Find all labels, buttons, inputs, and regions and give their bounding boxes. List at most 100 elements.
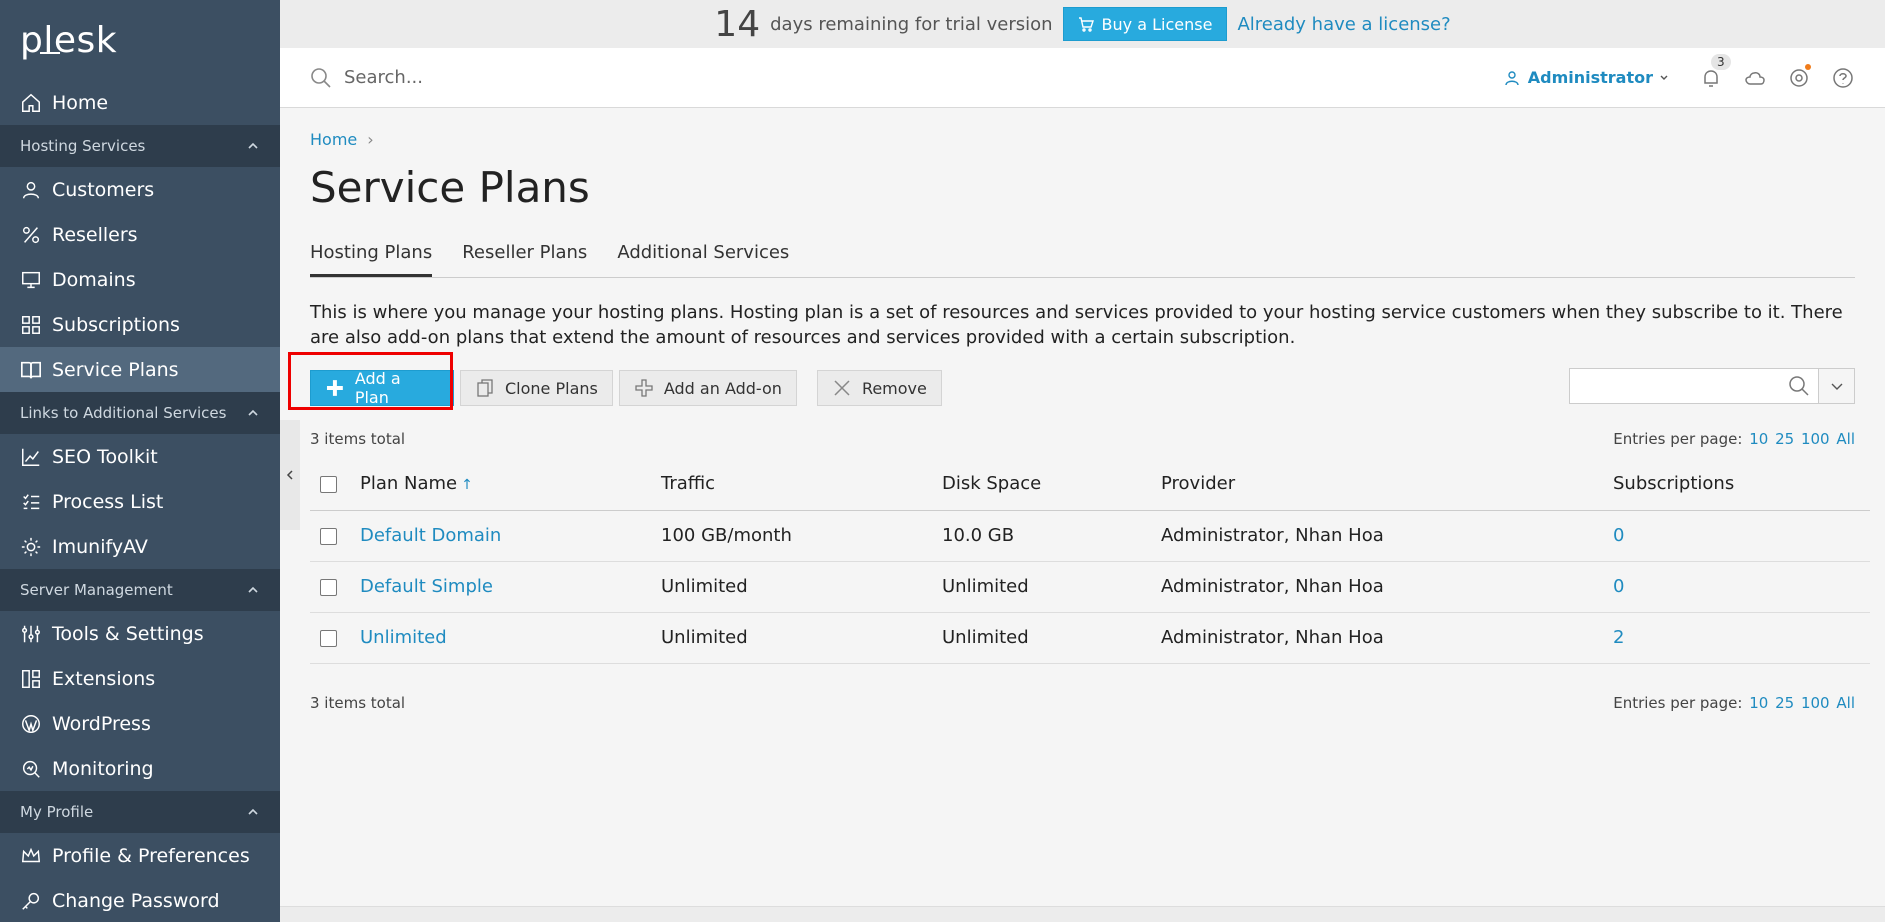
plan-name-link[interactable]: Unlimited (360, 627, 447, 648)
tab-additional-services[interactable]: Additional Services (617, 242, 789, 277)
sidebar-item-imunifyav[interactable]: ImunifyAV (0, 524, 280, 569)
subscriptions-cell: 0 (1613, 561, 1870, 613)
search-options-toggle[interactable] (1819, 368, 1855, 404)
notifications-button[interactable]: 3 (1699, 53, 1731, 90)
items-total: 3 items total (310, 430, 406, 448)
page-title: Service Plans (310, 163, 590, 212)
search-input[interactable]: Search... (344, 67, 423, 88)
chevron-up-icon (248, 409, 258, 416)
sidebar-item-label: Subscriptions (52, 313, 180, 336)
breadcrumb: Home › (310, 130, 1855, 149)
sidebar-item-label: Extensions (52, 667, 156, 690)
user-menu[interactable]: Administrator (1504, 68, 1669, 87)
tab-hosting-plans[interactable]: Hosting Plans (310, 242, 433, 277)
user-icon (1505, 70, 1519, 85)
select-all-cell (310, 458, 360, 511)
subscriptions-cell: 2 (1613, 612, 1870, 664)
traffic-cell: Unlimited (661, 612, 942, 664)
entries-option-100[interactable]: 100 (1801, 694, 1830, 712)
breadcrumb-home[interactable]: Home (310, 130, 357, 149)
sidebar-item-subscriptions[interactable]: Subscriptions (0, 302, 280, 347)
add-addon-button[interactable]: Add an Add-on (618, 370, 797, 406)
cloud-button[interactable] (1743, 66, 1767, 90)
select-all-checkbox[interactable] (320, 475, 337, 493)
sliders-icon (20, 623, 42, 645)
sidebar-item-home[interactable]: Home (0, 80, 280, 125)
column-traffic[interactable]: Traffic (661, 458, 942, 511)
clone-plans-button[interactable]: Clone Plans (460, 370, 613, 406)
sidebar-item-wordpress[interactable]: WordPress (0, 701, 280, 746)
crown-icon (20, 845, 42, 867)
traffic-cell: Unlimited (661, 561, 942, 613)
help-button[interactable] (1831, 66, 1855, 90)
remove-button[interactable]: Remove (816, 370, 942, 406)
list-search (1569, 368, 1855, 404)
cart-icon (1078, 17, 1094, 32)
sidebar-item-seo-toolkit[interactable]: SEO Toolkit (0, 434, 280, 479)
logo-text: plesk (20, 20, 118, 61)
sidebar-item-domains[interactable]: Domains (0, 257, 280, 302)
close-icon (834, 380, 850, 396)
entries-option-all[interactable]: All (1836, 430, 1855, 448)
sidebar-item-monitoring[interactable]: Monitoring (0, 746, 280, 791)
subscriptions-cell: 0 (1613, 510, 1870, 562)
subscriptions-link[interactable]: 2 (1613, 627, 1624, 648)
sidebar-item-service-plans[interactable]: Service Plans (0, 347, 280, 392)
sidebar-item-label: Tools & Settings (52, 622, 204, 645)
sidebar-item-resellers[interactable]: Resellers (0, 212, 280, 257)
traffic-cell: 100 GB/month (661, 510, 942, 562)
already-have-license-link[interactable]: Already have a license? (1237, 14, 1450, 35)
entries-label: Entries per page: (1613, 430, 1743, 448)
nav-group-my-profile[interactable]: My Profile (0, 791, 280, 833)
nav-group-links[interactable]: Links to Additional Services (0, 392, 280, 434)
cloud-icon (1745, 71, 1765, 85)
entries-option-100[interactable]: 100 (1801, 430, 1830, 448)
plus-icon (326, 380, 343, 396)
add-plan-button[interactable]: Add a Plan (310, 369, 454, 407)
global-search[interactable]: Search... (280, 67, 1504, 89)
chevron-down-icon (1831, 383, 1842, 390)
subscriptions-link[interactable]: 0 (1613, 525, 1624, 546)
extensions-icon (20, 668, 42, 690)
sidebar-item-tools-settings[interactable]: Tools & Settings (0, 611, 280, 656)
chevron-up-icon (248, 142, 258, 149)
bell-icon (1704, 69, 1718, 87)
sidebar-item-change-password[interactable]: Change Password (0, 878, 280, 922)
column-plan-name[interactable]: Plan Name ↑ (360, 458, 661, 511)
nav-group-hosting-services[interactable]: Hosting Services (0, 125, 280, 167)
plesk-logo[interactable]: plesk (0, 0, 280, 80)
row-checkbox[interactable] (320, 578, 337, 596)
sidebar-item-label: Resellers (52, 223, 138, 246)
entries-label: Entries per page: (1613, 693, 1743, 712)
sidebar-item-process-list[interactable]: Process List (0, 479, 280, 524)
support-button[interactable] (1787, 63, 1811, 90)
entries-option-all[interactable]: All (1836, 694, 1855, 712)
tab-reseller-plans[interactable]: Reseller Plans (462, 242, 587, 277)
sidebar-item-profile-preferences[interactable]: Profile & Preferences (0, 833, 280, 878)
sidebar-item-extensions[interactable]: Extensions (0, 656, 280, 701)
top-header: Search... Administrator 3 (280, 48, 1885, 108)
key-icon (20, 890, 42, 912)
subscriptions-link[interactable]: 0 (1613, 576, 1624, 597)
entries-option-25[interactable]: 25 (1775, 694, 1794, 712)
nav-group-label: Server Management (20, 581, 173, 599)
row-checkbox[interactable] (320, 527, 337, 545)
row-checkbox[interactable] (320, 629, 337, 647)
column-subscriptions[interactable]: Subscriptions (1613, 458, 1870, 511)
list-search-input[interactable] (1569, 368, 1819, 404)
sidebar-item-customers[interactable]: Customers (0, 167, 280, 212)
sidebar-item-label: Service Plans (52, 358, 179, 381)
list-toolbar: Add a Plan Clone Plans Add an Add-on Rem… (288, 352, 1855, 410)
entries-option-10[interactable]: 10 (1749, 694, 1768, 712)
plus-outline-icon (635, 379, 653, 397)
nav-group-server-management[interactable]: Server Management (0, 569, 280, 611)
buy-license-button[interactable]: Buy a License (1062, 7, 1228, 41)
trial-text: days remaining for trial version (770, 13, 1053, 35)
plan-name-link[interactable]: Default Simple (360, 576, 493, 597)
entries-option-25[interactable]: 25 (1775, 430, 1794, 448)
column-disk-space[interactable]: Disk Space (942, 458, 1161, 511)
table-header-row: Plan Name ↑ Traffic Disk Space Provider S… (310, 458, 1870, 511)
plan-name-link[interactable]: Default Domain (360, 525, 501, 546)
column-provider[interactable]: Provider (1161, 458, 1613, 511)
entries-option-10[interactable]: 10 (1749, 430, 1768, 448)
